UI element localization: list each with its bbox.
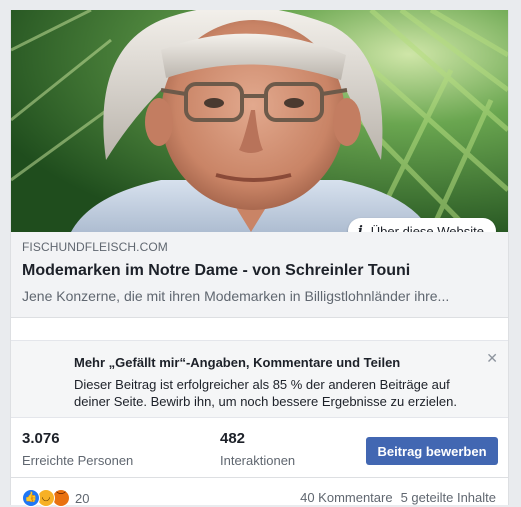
interactions-value: 482 bbox=[220, 430, 246, 447]
promote-post-button[interactable]: Beitrag bewerben bbox=[366, 437, 498, 465]
close-icon[interactable]: ✕ bbox=[486, 351, 498, 365]
post-card: i Über diese Website FISCHUNDFLEISCH.COM… bbox=[10, 10, 509, 507]
reach-stat: 3.076 Erreichte Personen bbox=[22, 430, 133, 468]
shares-count-link[interactable]: 5 geteilte Inhalte bbox=[401, 490, 496, 505]
link-description: Jene Konzerne, die mit ihren Modemarken … bbox=[22, 288, 450, 304]
interactions-label: Interaktionen bbox=[220, 453, 296, 468]
performance-tip: Mehr „Gefällt mir“-Angaben, Kommentare u… bbox=[11, 340, 508, 418]
tip-title: Mehr „Gefällt mir“-Angaben, Kommentare u… bbox=[74, 355, 401, 370]
interactions-stat: 482 Interaktionen bbox=[220, 430, 295, 468]
post-stats: 3.076 Erreichte Personen 482 Interaktion… bbox=[11, 418, 508, 478]
like-icon: 👍 bbox=[22, 489, 40, 507]
portrait-image bbox=[11, 10, 508, 232]
reach-label: Erreichte Personen bbox=[22, 453, 134, 468]
comments-count-link[interactable]: 40 Kommentare bbox=[300, 490, 393, 505]
link-domain: FISCHUNDFLEISCH.COM bbox=[22, 240, 168, 254]
link-preview-meta[interactable]: FISCHUNDFLEISCH.COM Modemarken im Notre … bbox=[11, 232, 508, 318]
reactions-summary[interactable]: 👍 ◡ ︶ 20 bbox=[22, 489, 89, 507]
reach-value: 3.076 bbox=[22, 430, 60, 447]
link-title[interactable]: Modemarken im Notre Dame - von Schreinle… bbox=[22, 262, 497, 280]
reaction-count: 20 bbox=[75, 490, 90, 506]
tip-text: Dieser Beitrag ist erfolgreicher als 85 … bbox=[74, 377, 457, 409]
link-preview-image[interactable] bbox=[11, 10, 508, 232]
post-footer: 👍 ◡ ︶ 20 40 Kommentare 5 geteilte Inhalt… bbox=[11, 478, 508, 507]
